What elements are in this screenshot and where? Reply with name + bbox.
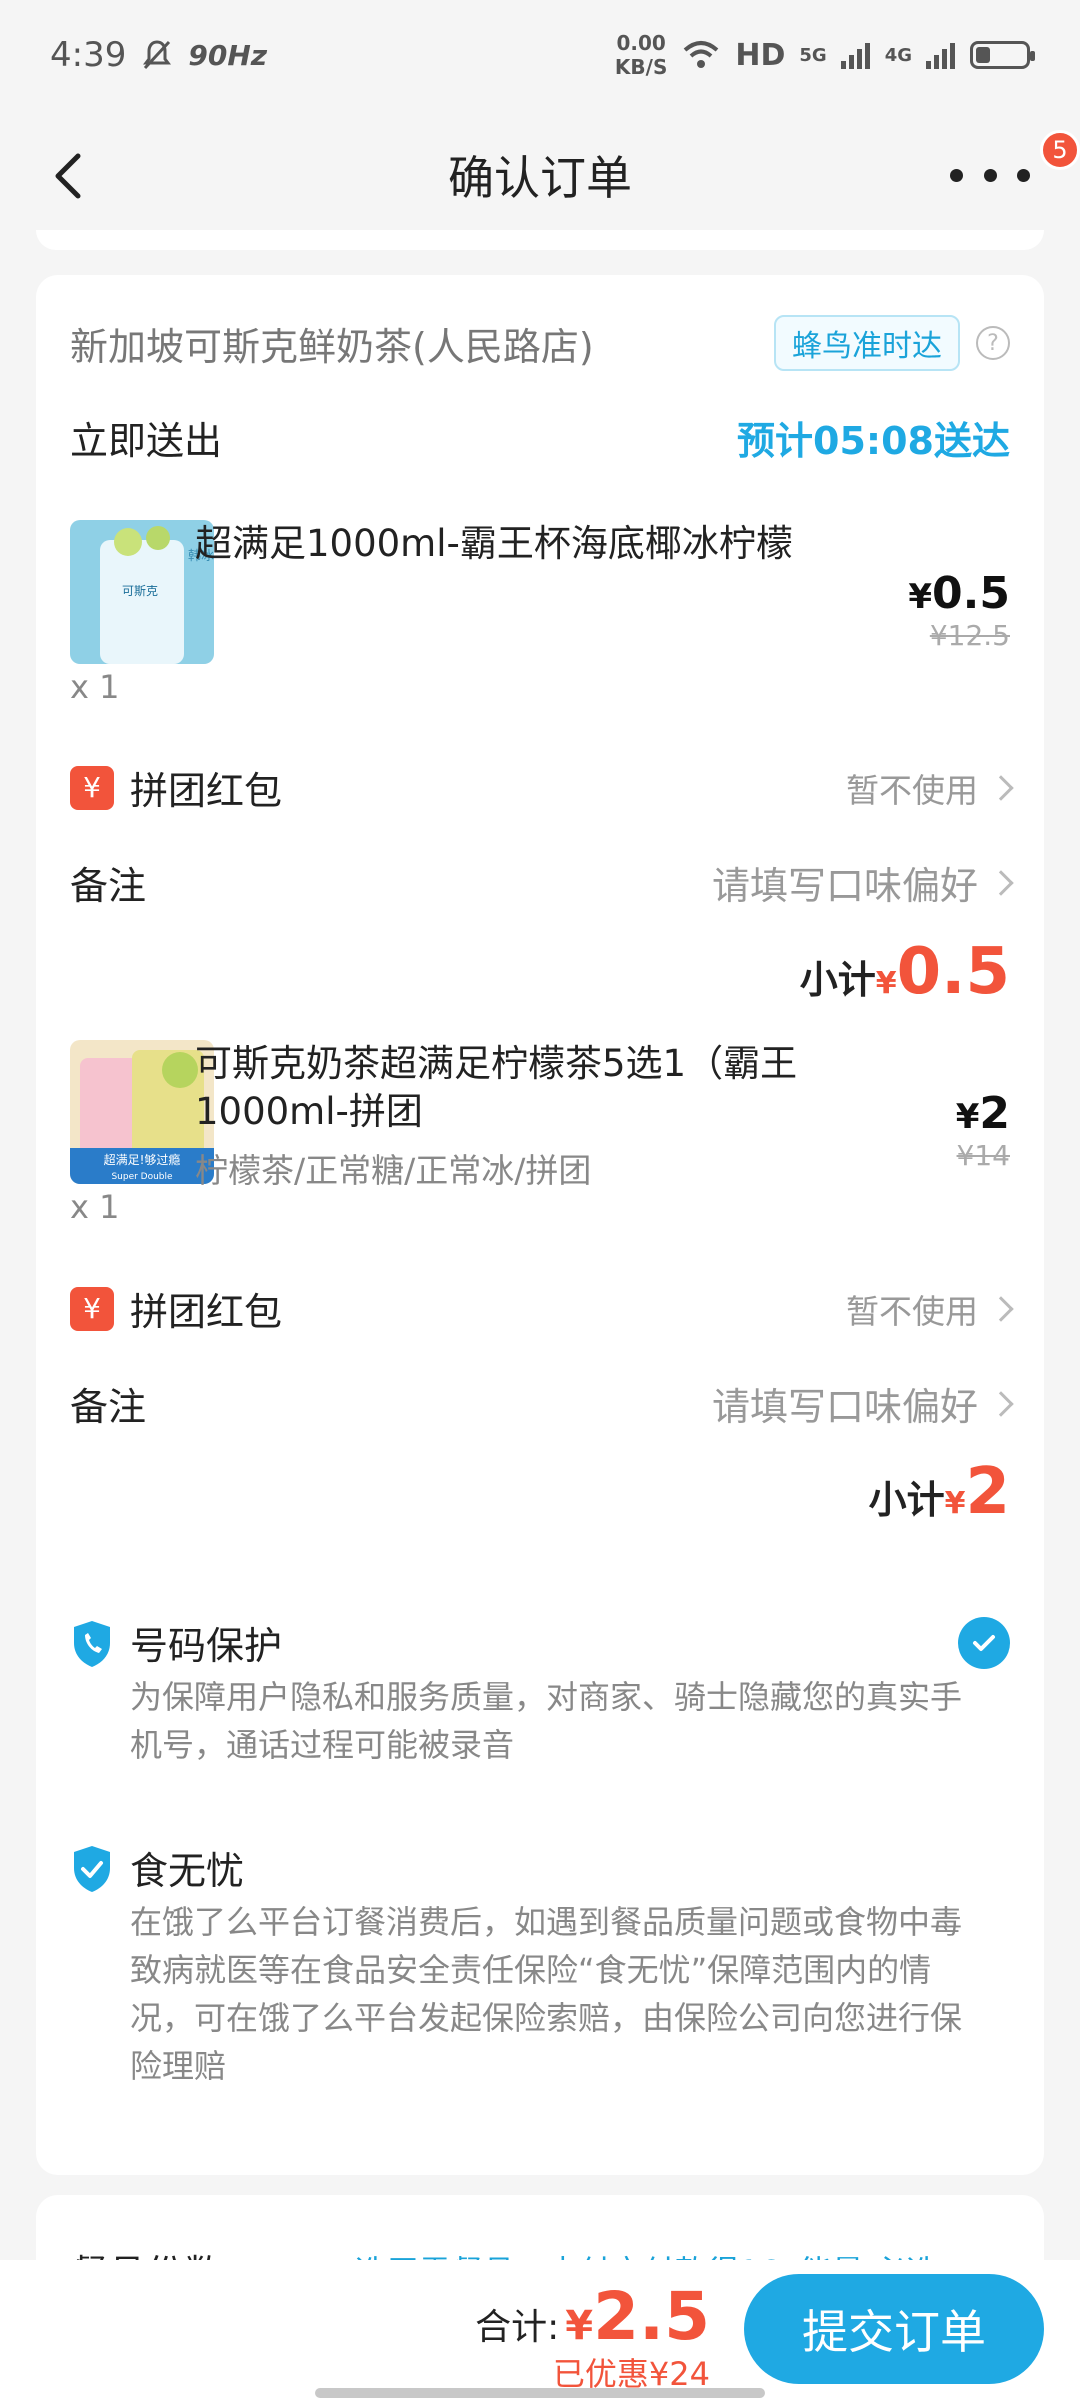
dot-icon [983,168,997,182]
wifi-icon [684,41,719,68]
help-icon[interactable]: ? [976,326,1010,360]
order-total: 合计: ¥ 2.5 已优惠¥24 [475,2278,710,2393]
redpack-label: 拼团红包 [130,769,283,813]
mute-bell-icon [143,40,172,70]
chevron-right-icon [988,1390,1014,1417]
protection-title: 食无忧 [130,1849,245,1893]
eta-label: 预计05:08送达 [737,419,1010,463]
product-image-text: Super Double [111,1172,173,1182]
status-time: 4:39 [50,35,127,75]
dot-icon [1017,168,1030,182]
remark-label: 备注 [70,864,147,908]
price-now: 0.5 [932,568,1010,619]
subtotal-label: 小计 [799,958,876,1002]
page-title: 确认订单 [448,151,632,205]
store-row: 新加坡可斯克鲜奶茶(人民路店) 蜂鸟准时达 ? [70,315,1010,371]
price-now: 2 [979,1088,1010,1139]
redpack-value: 暂不使用 [846,770,978,810]
redpack-row[interactable]: ¥ 拼团红包 暂不使用 [70,760,1014,815]
remark-placeholder: 请填写口味偏好 [711,864,978,908]
chevron-left-icon [55,153,81,199]
protection-desc: 在饿了么平台订餐消费后，如遇到餐品质量问题或食物中毒致病就医等在食品安全责任保险… [130,1903,963,2085]
signal-icon [840,43,870,69]
total-amount: 2.5 [593,2278,710,2355]
remark-row[interactable]: 备注 请填写口味偏好 [70,1376,1014,1431]
more-button[interactable] [950,150,1030,200]
subtotal: 小计 ¥ 0.5 [799,935,1010,1009]
price-original: ¥12.5 [929,619,1010,652]
battery-level [976,47,990,63]
chevron-right-icon [988,1295,1014,1322]
protection-title: 号码保护 [130,1624,283,1668]
shield-check-icon [74,1846,110,1892]
product-name: 超满足1000ml-霸王杯海底椰冰柠檬 [195,522,793,565]
product-image-text: 可斯克 [122,584,158,598]
product-image: 韩冰甜 可斯克 [70,520,214,664]
product-spec: 柠檬茶/正常糖/正常冰/拼团 [195,1151,592,1190]
food-insurance: 食无忧 在饿了么平台订餐消费后，如遇到餐品质量问题或食物中毒致病就医等在食品安全… [70,1840,1010,2090]
protection-toggle[interactable] [958,1617,1010,1669]
remark-placeholder: 请填写口味偏好 [711,1385,978,1429]
check-icon [973,1635,995,1651]
chevron-right-icon [988,869,1014,896]
subtotal: 小计 ¥ 2 [868,1455,1010,1529]
red-packet-icon: ¥ [70,1286,114,1331]
product-quantity: x 1 [70,668,120,706]
delivery-time-row[interactable]: 立即送出 预计05:08送达 [70,410,1010,465]
refresh-rate: 90Hz [188,38,268,72]
red-packet-icon: ¥ [70,765,114,810]
product-item: 韩冰甜 可斯克 超满足1000ml-霸王杯海底椰冰柠檬 ¥0.5 ¥12.5 x… [70,520,1010,720]
send-now-label: 立即送出 [70,419,223,463]
remark-label: 备注 [70,1385,147,1429]
product-price: ¥0.5 ¥12.5 [908,568,1010,652]
redpack-label: 拼团红包 [130,1290,283,1334]
subtotal-label: 小计 [868,1478,945,1522]
product-name: 可斯克奶茶超满足柠檬茶5选1（霸王1000ml-拼团 [195,1042,798,1133]
price-original: ¥14 [956,1139,1010,1172]
product-quantity: x 1 [70,1188,120,1226]
product-image-text: 超满足!够过瘾 [104,1152,181,1167]
redpack-row[interactable]: ¥ 拼团红包 暂不使用 [70,1281,1014,1336]
remark-row[interactable]: 备注 请填写口味偏好 [70,855,1014,910]
checkout-bar: 合计: ¥ 2.5 已优惠¥24 提交订单 [0,2260,1080,2400]
delivery-badge: 蜂鸟准时达 [774,315,960,371]
redpack-value: 暂不使用 [846,1291,978,1331]
dot-icon [950,168,963,182]
chevron-right-icon [988,774,1014,801]
notification-badge: 5 [1040,130,1080,170]
submit-order-button[interactable]: 提交订单 [744,2274,1044,2384]
protection-desc: 为保障用户隐私和服务质量，对商家、骑士隐藏您的真实手机号，通话过程可能被录音 [130,1678,963,1764]
net-speed: 0.00 KB/S [614,31,668,79]
product-item: 超满足!够过瘾 Super Double 可斯克奶茶超满足柠檬茶5选1（霸王10… [70,1040,1010,1240]
total-label: 合计: [475,2307,560,2348]
net-4g: 4G [884,44,912,66]
previous-card-edge [36,230,1044,250]
home-indicator[interactable] [315,2388,765,2398]
store-name: 新加坡可斯克鲜奶茶(人民路店) [70,324,594,369]
product-image: 超满足!够过瘾 Super Double [70,1040,214,1184]
subtotal-amount: 0.5 [896,935,1010,1009]
header: 确认订单 5 [0,110,1080,240]
signal-icon [926,43,955,69]
net-5g: 5G [799,44,827,66]
order-card: 新加坡可斯克鲜奶茶(人民路店) 蜂鸟准时达 ? 立即送出 预计05:08送达 韩… [36,275,1044,2175]
subtotal-amount: 2 [965,1455,1010,1529]
hd-label: HD [735,37,786,73]
phone-shield-icon [74,1621,110,1667]
battery-icon [970,41,1035,69]
number-protection: 号码保护 为保障用户隐私和服务质量，对商家、骑士隐藏您的真实手机号，通话过程可能… [70,1615,1010,1785]
product-price: ¥2 ¥14 [955,1088,1010,1172]
back-button[interactable] [40,146,100,206]
status-bar: 4:39 90Hz 0.00 KB/S HD 5G 4G [0,0,1080,110]
